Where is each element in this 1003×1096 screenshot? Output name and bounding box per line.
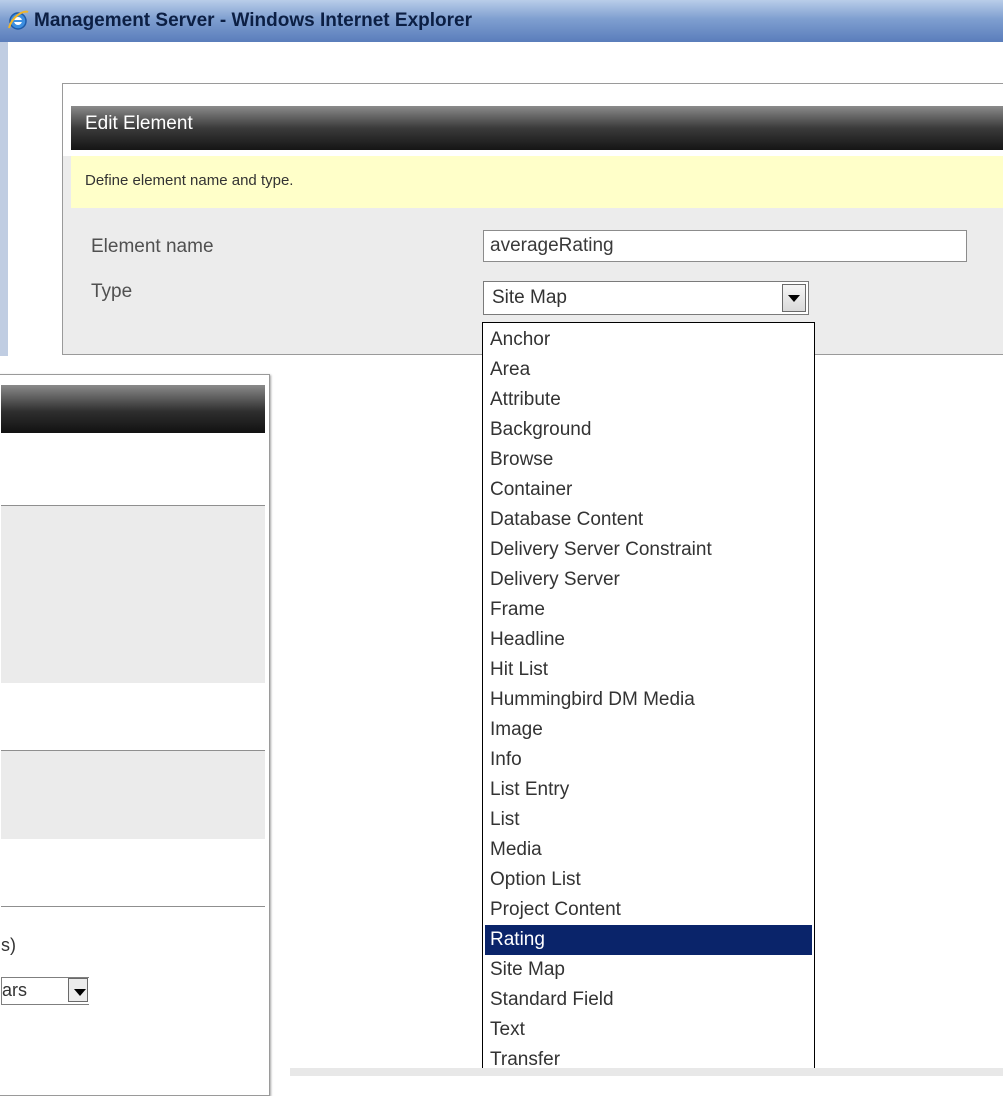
element-name-field[interactable]	[483, 230, 967, 262]
background-partial-text: s)	[1, 935, 16, 955]
dropdown-option[interactable]: Delivery Server	[485, 565, 812, 595]
dropdown-option[interactable]: Headline	[485, 625, 812, 655]
divider	[1, 906, 265, 907]
dropdown-option[interactable]: List	[485, 805, 812, 835]
dropdown-option[interactable]: Background	[485, 415, 812, 445]
background-select-value: ars	[2, 980, 28, 1000]
background-section	[1, 506, 265, 683]
dropdown-option[interactable]: Media	[485, 835, 812, 865]
type-select[interactable]: Site Map	[483, 281, 809, 315]
dropdown-option[interactable]: Database Content	[485, 505, 812, 535]
element-name-label: Element name	[91, 236, 214, 257]
title-bar: Management Server - Windows Internet Exp…	[0, 0, 1003, 43]
dropdown-option[interactable]: Rating	[484, 924, 813, 956]
status-strip	[290, 1068, 1003, 1076]
ie-window: Management Server - Windows Internet Exp…	[0, 0, 1003, 368]
window-title: Management Server - Windows Internet Exp…	[34, 10, 472, 31]
background-section	[1, 751, 265, 839]
dropdown-option[interactable]: Area	[485, 355, 812, 385]
type-dropdown-list[interactable]: Anchor Area Attribute Background Browse Conta…	[482, 322, 815, 1072]
dropdown-option[interactable]: Delivery Server Constraint	[485, 535, 812, 565]
dropdown-option[interactable]: Browse	[485, 445, 812, 475]
dropdown-option[interactable]: Frame	[485, 595, 812, 625]
type-label: Type	[91, 281, 133, 302]
dropdown-option[interactable]: Option List	[485, 865, 812, 895]
type-select-value: Site Map	[492, 287, 567, 308]
dropdown-option[interactable]: Standard Field	[485, 985, 812, 1015]
ie-icon	[8, 10, 29, 30]
dropdown-option[interactable]: Image	[485, 715, 812, 745]
dropdown-option[interactable]: Attribute	[485, 385, 812, 415]
dropdown-option[interactable]: Site Map	[485, 955, 812, 985]
background-window: s) ars	[0, 374, 270, 1096]
dropdown-option[interactable]: Container	[485, 475, 812, 505]
edit-element-panel: Edit Element Define element name and typ…	[62, 83, 1003, 355]
hint-box: Define element name and type.	[71, 156, 1003, 208]
background-select[interactable]: ars	[1, 977, 89, 1005]
dropdown-option[interactable]: Hummingbird DM Media	[485, 685, 812, 715]
chevron-down-icon[interactable]	[782, 284, 806, 312]
chevron-down-icon[interactable]	[68, 978, 88, 1002]
panel-header: Edit Element	[63, 84, 1003, 156]
panel-title: Edit Element	[85, 113, 193, 134]
element-name-input[interactable]	[484, 231, 966, 261]
background-window-header	[1, 385, 265, 433]
dropdown-option[interactable]: Project Content	[485, 895, 812, 925]
dropdown-option[interactable]: Anchor	[485, 325, 812, 355]
dropdown-option[interactable]: List Entry	[485, 775, 812, 805]
dropdown-option[interactable]: Text	[485, 1015, 812, 1045]
dropdown-option[interactable]: Info	[485, 745, 812, 775]
hint-text: Define element name and type.	[85, 172, 294, 189]
dropdown-option[interactable]: Hit List	[485, 655, 812, 685]
